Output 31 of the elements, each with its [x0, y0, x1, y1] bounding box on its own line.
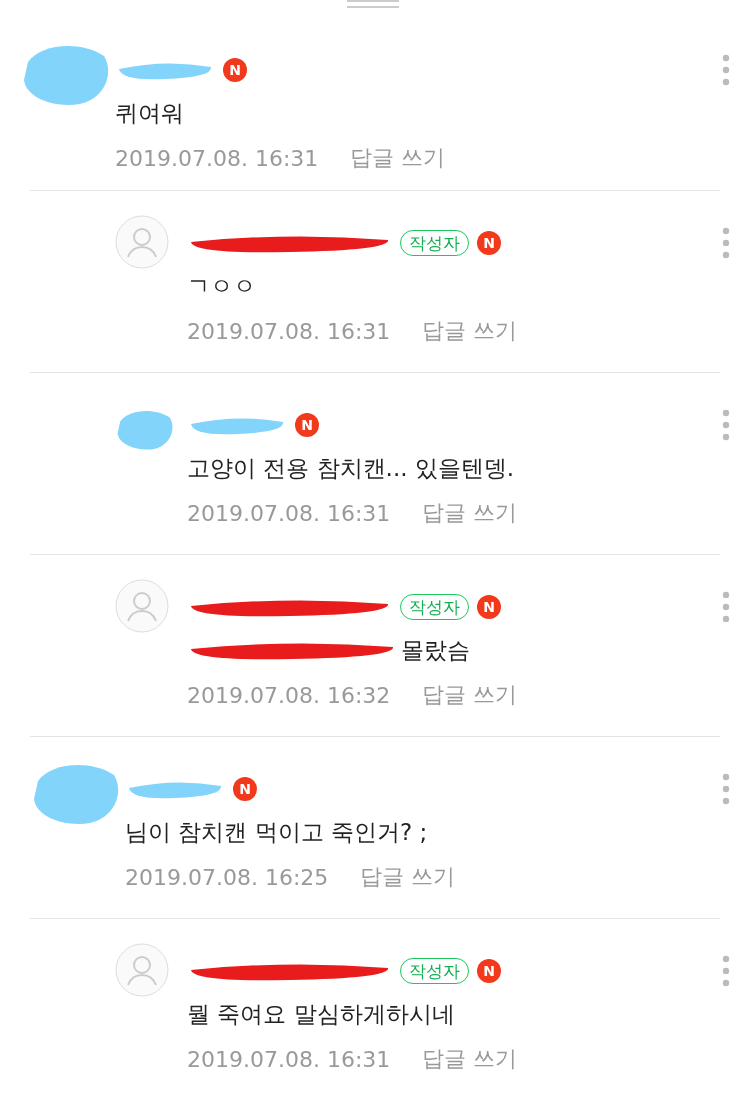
new-badge: N	[477, 595, 501, 619]
reply-link[interactable]: 답글 쓰기	[422, 498, 518, 528]
more-icon[interactable]	[722, 955, 730, 987]
reply-link[interactable]: 답글 쓰기	[422, 316, 518, 346]
comment-time: 2019.07.08. 16:32	[187, 682, 391, 708]
reply-link[interactable]: 답글 쓰기	[360, 862, 456, 892]
more-icon[interactable]	[722, 591, 730, 623]
new-badge: N	[477, 231, 501, 255]
drag-handle-icon[interactable]	[347, 0, 399, 10]
more-icon[interactable]	[722, 773, 730, 805]
new-badge: N	[233, 777, 257, 801]
comment-text: 퀴여워	[115, 98, 184, 128]
more-icon[interactable]	[722, 409, 730, 441]
comment-text: ㄱㅇㅇ	[187, 271, 256, 301]
comment-time: 2019.07.08. 16:25	[125, 864, 329, 890]
comment-time: 2019.07.08. 16:31	[187, 500, 391, 526]
new-badge: N	[223, 58, 247, 82]
reply-link[interactable]: 답글 쓰기	[422, 1044, 518, 1074]
comment-text: 뭘 죽여요 말심하게하시네	[187, 999, 455, 1029]
comment-time: 2019.07.08. 16:31	[187, 318, 391, 344]
comment-time: 2019.07.08. 16:31	[187, 1046, 391, 1072]
comment-text: 몰랐슴	[401, 635, 470, 665]
comment-text: 고양이 전용 참치캔... 있을텐뎅.	[187, 453, 515, 483]
reply-link[interactable]: 답글 쓰기	[422, 680, 518, 710]
more-icon[interactable]	[722, 54, 730, 86]
new-badge: N	[295, 413, 319, 437]
comment-time: 2019.07.08. 16:31	[115, 145, 319, 171]
new-badge: N	[477, 959, 501, 983]
more-icon[interactable]	[722, 227, 730, 259]
reply-link[interactable]: 답글 쓰기	[350, 143, 446, 173]
comment-text: 님이 참치캔 먹이고 죽인거? ;	[125, 817, 428, 847]
